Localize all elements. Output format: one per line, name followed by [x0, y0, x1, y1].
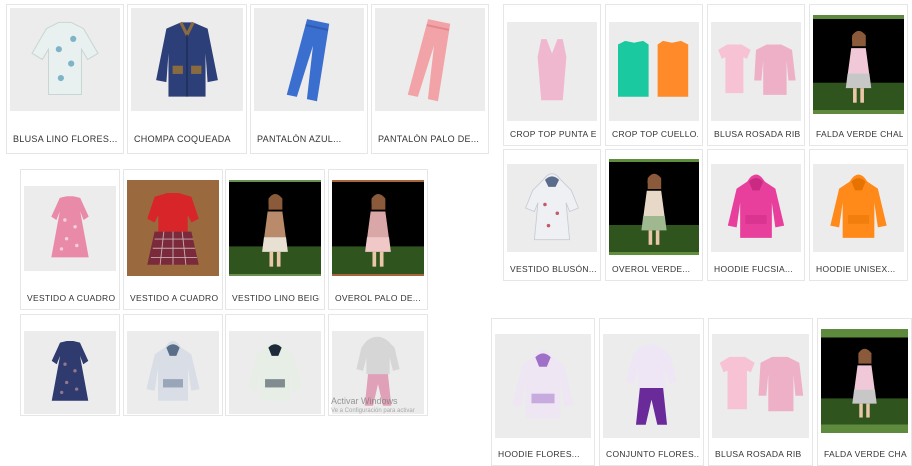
product-card[interactable]: PANTALÓN AZUL...	[250, 4, 368, 154]
product-image[interactable]	[332, 180, 424, 276]
garment-illustration	[248, 340, 302, 401]
product-card[interactable]: VESTIDO LINO BEIGE...	[225, 169, 325, 310]
garment-illustration	[51, 340, 89, 401]
product-card[interactable]: PANTALÓN PALO DE...	[371, 4, 489, 154]
garment-illustration	[229, 182, 321, 274]
product-card[interactable]: CHOMPA COQUEADA	[127, 4, 247, 154]
product-card[interactable]: BLUSA LINO FLORES...	[6, 4, 124, 154]
garment-illustration	[147, 193, 199, 265]
garment-illustration	[512, 349, 574, 419]
product-title[interactable]: VESTIDO LINO BEIGE...	[232, 293, 320, 303]
product-title[interactable]: BLUSA LINO FLORES...	[13, 134, 119, 144]
watermark-subtitle: Ve a Configuración para activar	[331, 408, 415, 414]
garment-illustration	[156, 21, 218, 97]
garment-illustration	[618, 40, 689, 97]
product-title[interactable]: HOODIE FUCSIA...	[714, 264, 800, 274]
product-image[interactable]	[229, 180, 321, 276]
product-title[interactable]: HOODIE UNISEX...	[816, 264, 903, 274]
garment-illustration	[537, 39, 567, 101]
garment-illustration	[525, 173, 579, 241]
garment-illustration	[146, 340, 200, 401]
product-image[interactable]	[254, 8, 364, 111]
product-image[interactable]	[495, 334, 591, 438]
product-image[interactable]	[711, 22, 801, 121]
product-card[interactable]: VESTIDO BLUSÓN...	[503, 149, 601, 281]
product-card[interactable]: BLUSA ROSADA RIB	[708, 318, 813, 466]
product-card[interactable]: CONJUNTO FLORES...	[599, 318, 704, 466]
product-card[interactable]	[225, 314, 325, 416]
product-card[interactable]: OVEROL VERDE...	[605, 149, 703, 281]
product-image[interactable]	[127, 331, 219, 414]
product-image[interactable]	[609, 22, 699, 121]
product-card[interactable]	[123, 314, 223, 416]
product-title[interactable]: OVEROL PALO DE...	[335, 293, 423, 303]
product-title[interactable]: PANTALÓN AZUL...	[257, 134, 363, 144]
product-card[interactable]: HOODIE FUCSIA...	[707, 149, 805, 281]
garment-illustration	[719, 356, 804, 412]
product-card[interactable]: VESTIDO A CUADROS...	[123, 169, 223, 310]
product-image[interactable]	[229, 331, 321, 414]
garment-illustration	[609, 162, 699, 252]
product-image[interactable]	[711, 164, 801, 252]
garment-illustration	[286, 19, 330, 102]
product-card[interactable]: OVEROL PALO DE...	[328, 169, 428, 310]
product-title[interactable]: VESTIDO A CUADROS...	[27, 293, 115, 303]
product-card[interactable]: CROP TOP PUNTA EN V	[503, 4, 601, 146]
product-card[interactable]: FALDA VERDE CHALIS	[809, 4, 908, 146]
product-title[interactable]: CROP TOP CUELLO...	[612, 129, 698, 139]
product-card[interactable]: VESTIDO A CUADROS...	[20, 169, 120, 310]
product-title[interactable]: CROP TOP PUNTA EN V	[510, 129, 596, 139]
product-image[interactable]	[813, 15, 904, 114]
product-image[interactable]	[603, 334, 700, 438]
product-title[interactable]: OVEROL VERDE...	[612, 264, 698, 274]
product-title[interactable]: CHOMPA COQUEADA	[134, 134, 242, 144]
garment-illustration	[31, 21, 99, 96]
garment-illustration	[821, 337, 908, 425]
product-image[interactable]	[375, 8, 485, 111]
garment-illustration	[332, 182, 424, 274]
garment-illustration	[407, 19, 451, 102]
product-image[interactable]	[813, 164, 904, 252]
product-image[interactable]	[609, 159, 699, 255]
product-title[interactable]: VESTIDO A CUADROS...	[130, 293, 218, 303]
product-image[interactable]	[10, 8, 120, 111]
garment-illustration	[830, 174, 887, 238]
product-card[interactable]: HOODIE FLORES...	[491, 318, 595, 466]
garment-illustration	[626, 344, 677, 425]
product-card[interactable]: FALDA VERDE CHALIS	[817, 318, 912, 466]
product-image[interactable]	[24, 186, 116, 271]
product-title[interactable]: VESTIDO BLUSÓN...	[510, 264, 596, 274]
product-title[interactable]: FALDA VERDE CHALIS	[816, 129, 903, 139]
product-title[interactable]: PANTALÓN PALO DE...	[378, 134, 484, 144]
product-title[interactable]: FALDA VERDE CHALIS	[824, 449, 907, 459]
product-image[interactable]	[507, 22, 597, 121]
product-image[interactable]	[712, 334, 809, 438]
product-title[interactable]: CONJUNTO FLORES...	[606, 449, 699, 459]
product-image[interactable]	[127, 180, 219, 276]
product-title[interactable]: BLUSA ROSADA RIB	[715, 449, 808, 459]
garment-illustration	[718, 44, 796, 95]
product-title[interactable]: HOODIE FLORES...	[498, 449, 590, 459]
product-card[interactable]	[20, 314, 120, 416]
product-card[interactable]: BLUSA ROSADA RIB	[707, 4, 805, 146]
product-image[interactable]	[24, 331, 116, 414]
watermark-title: Activar Windows	[331, 396, 398, 406]
product-title[interactable]: BLUSA ROSADA RIB	[714, 129, 800, 139]
garment-illustration	[51, 196, 89, 258]
product-card[interactable]: HOODIE UNISEX...	[809, 149, 908, 281]
product-card[interactable]: CROP TOP CUELLO...	[605, 4, 703, 146]
product-image[interactable]	[507, 164, 597, 252]
garment-illustration	[727, 174, 785, 238]
garment-illustration	[813, 19, 904, 110]
product-image[interactable]	[821, 329, 908, 433]
product-image[interactable]	[131, 8, 243, 111]
windows-activation-watermark: Activar Windows Ve a Configuración para …	[331, 396, 451, 416]
